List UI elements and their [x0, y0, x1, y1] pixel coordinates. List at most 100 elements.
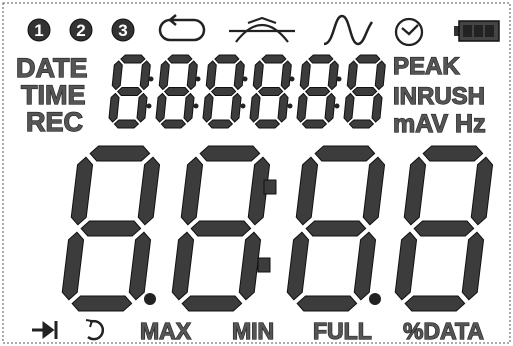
main-decimal-point — [144, 293, 156, 305]
seg-c — [128, 231, 152, 301]
seg-d — [71, 295, 133, 312]
small-colon-dot — [240, 103, 246, 109]
full-label: FULL — [313, 318, 372, 344]
small-digit-1 — [108, 54, 151, 129]
inrush-label: INRUSH — [393, 83, 485, 110]
seg-g — [351, 87, 378, 96]
small-digit-4 — [249, 54, 292, 129]
seg-d — [160, 119, 187, 129]
seg-d — [113, 119, 140, 129]
min-label: MIN — [232, 318, 274, 344]
seg-g — [305, 220, 367, 237]
seg-b — [139, 60, 151, 91]
sine-wave-icon — [323, 14, 374, 46]
small-digit-5 — [296, 54, 339, 129]
seg-a — [422, 145, 484, 162]
seg-e — [171, 231, 195, 301]
seg-g — [116, 87, 143, 96]
seg-g — [80, 220, 142, 237]
seg-b — [327, 60, 339, 91]
seg-e — [286, 231, 310, 301]
main-digit-1 — [61, 145, 161, 312]
step-2-label: 2 — [76, 21, 85, 40]
units-label: mAV Hz — [393, 110, 486, 138]
seg-f — [205, 60, 217, 91]
seg-f — [180, 156, 204, 226]
seg-e — [61, 231, 85, 301]
lcd-panel: 1 2 3 DATE TIME REC PEAK INRUSH mAV Hz M… — [2, 2, 511, 345]
max-label: MAX — [140, 318, 192, 344]
seg-b — [374, 60, 386, 91]
seg-e — [108, 92, 120, 123]
rec-label: REC — [26, 107, 83, 137]
small-colon-dot — [336, 76, 342, 82]
seg-a — [167, 54, 193, 64]
seg-d — [404, 295, 466, 312]
seg-f — [403, 156, 427, 226]
refresh-icon — [85, 319, 105, 341]
battery-icon — [454, 20, 500, 42]
seg-e — [202, 92, 214, 123]
seg-a — [314, 145, 376, 162]
seg-c — [277, 92, 289, 123]
seg-c — [371, 92, 383, 123]
seg-a — [355, 54, 381, 64]
seg-b — [280, 60, 292, 91]
seg-d — [348, 119, 375, 129]
seg-f — [111, 60, 123, 91]
step-3-indicator: 3 — [111, 18, 135, 42]
seg-d — [254, 119, 281, 129]
seg-d — [296, 295, 358, 312]
seg-a — [120, 54, 146, 64]
main-colon-top — [263, 179, 277, 195]
seg-c — [461, 231, 485, 301]
main-digit-4 — [394, 145, 494, 312]
seg-b — [137, 156, 161, 226]
seg-d — [181, 295, 243, 312]
seg-e — [296, 92, 308, 123]
percent-data-label: %DATA — [403, 318, 484, 344]
seg-g — [190, 220, 252, 237]
step-1-indicator: 1 — [27, 18, 51, 42]
seg-b — [362, 156, 386, 226]
seg-e — [343, 92, 355, 123]
seg-a — [261, 54, 287, 64]
loop-icon — [158, 14, 206, 42]
main-seven-segment-display — [61, 145, 494, 312]
small-colon-dot — [148, 76, 154, 82]
main-digit-3 — [286, 145, 386, 312]
seg-f — [158, 60, 170, 91]
seg-f — [70, 156, 94, 226]
step-2-indicator: 2 — [69, 18, 93, 42]
step-3-label: 3 — [118, 21, 127, 40]
small-digit-3 — [202, 54, 245, 129]
seg-g — [257, 87, 284, 96]
small-colon-dot — [146, 103, 152, 109]
seg-b — [470, 156, 494, 226]
step-1-label: 1 — [34, 21, 43, 40]
seg-c — [183, 92, 195, 123]
small-colon-dot — [193, 103, 199, 109]
seg-a — [214, 54, 240, 64]
small-digit-2 — [155, 54, 198, 129]
seg-f — [295, 156, 319, 226]
seg-e — [394, 231, 418, 301]
seg-b — [186, 60, 198, 91]
seg-c — [238, 231, 262, 301]
seg-e — [249, 92, 261, 123]
peak-wave-icon — [229, 16, 295, 43]
seg-b — [233, 60, 245, 91]
seg-g — [413, 220, 475, 237]
seg-c — [230, 92, 242, 123]
small-seven-segment-display — [108, 54, 386, 129]
date-label: DATE — [16, 53, 88, 83]
seg-g — [163, 87, 190, 96]
small-colon-dot — [287, 103, 293, 109]
main-digit-2 — [171, 145, 271, 312]
seg-f — [299, 60, 311, 91]
time-label: TIME — [21, 80, 86, 110]
seg-f — [252, 60, 264, 91]
small-digit-6 — [343, 54, 386, 129]
seg-a — [308, 54, 334, 64]
small-colon-dot — [242, 76, 248, 82]
